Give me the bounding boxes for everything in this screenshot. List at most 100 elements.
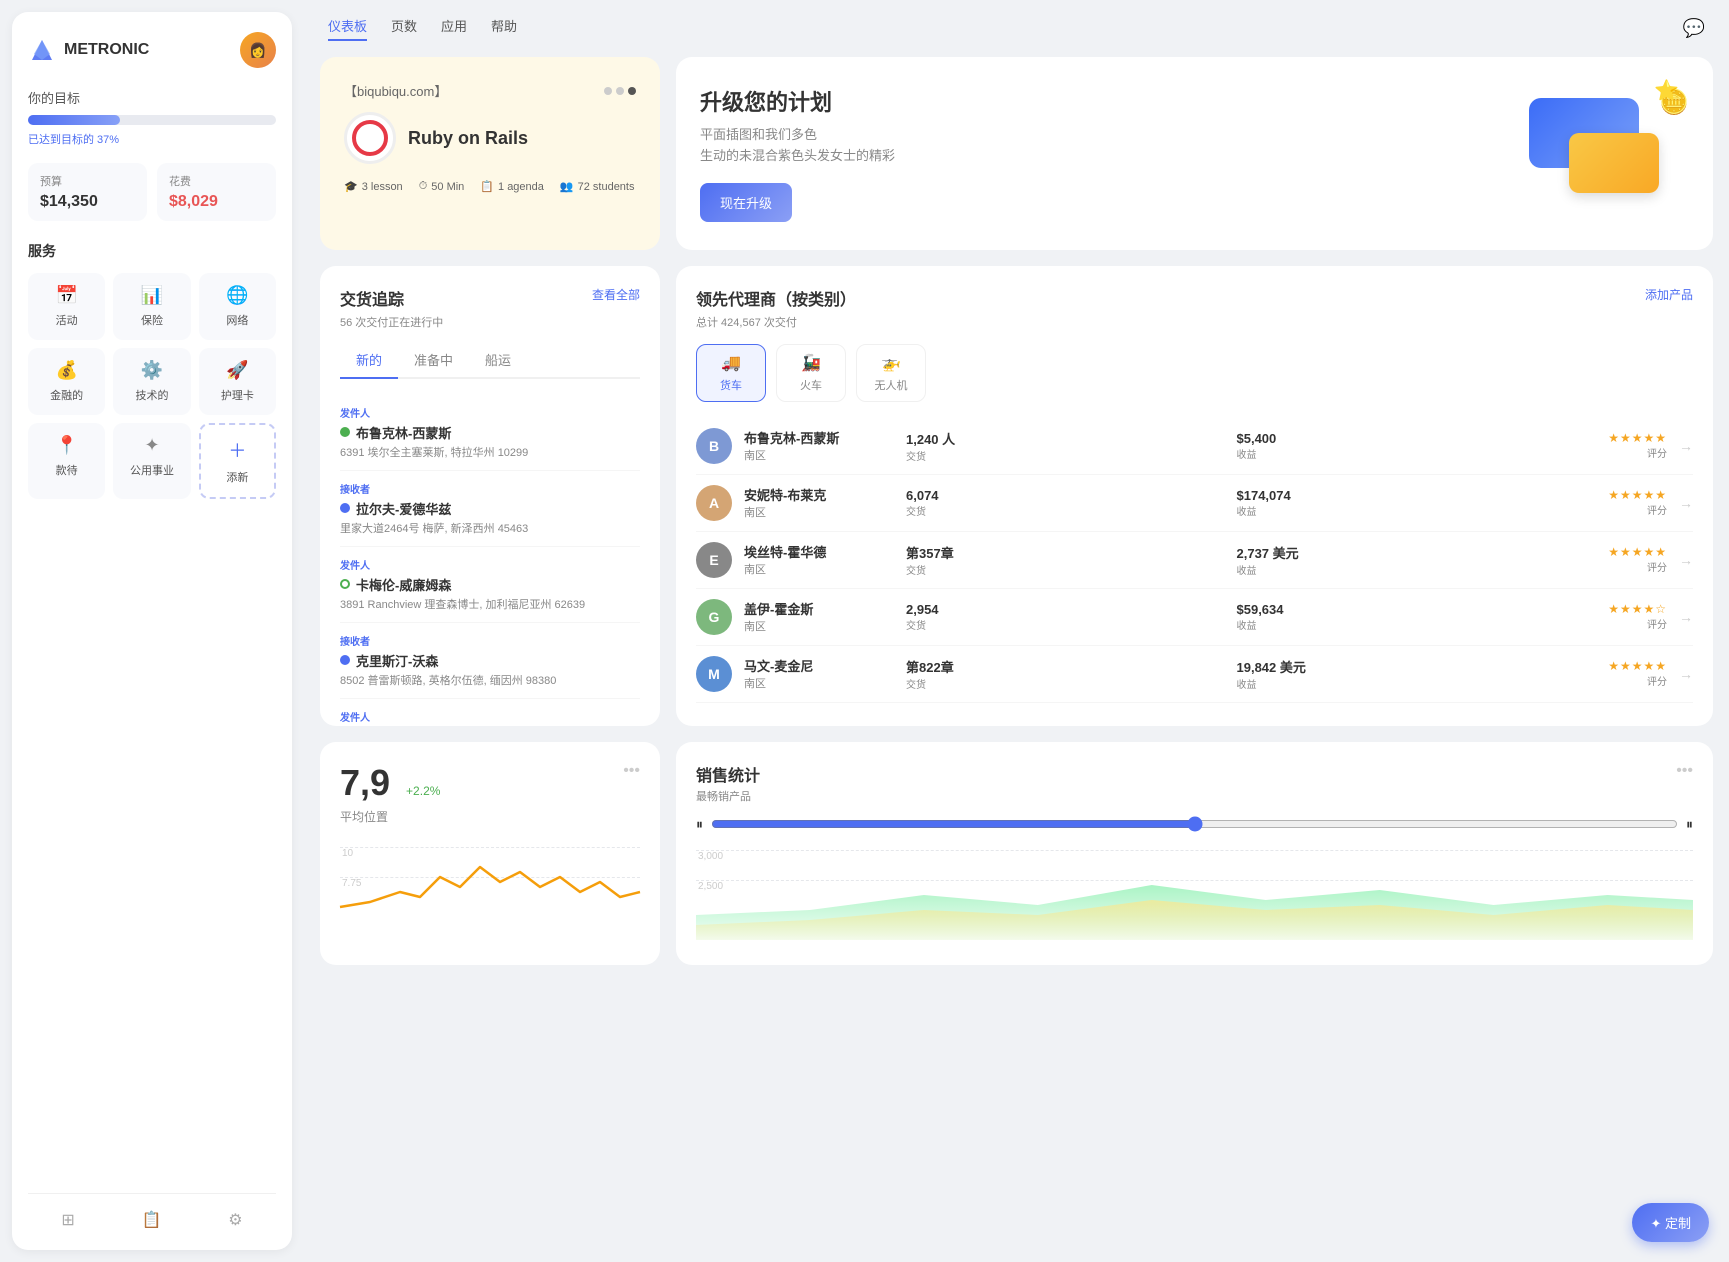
agent-tab-drone[interactable]: 🚁 无人机 xyxy=(856,344,926,402)
dot-3 xyxy=(628,87,636,95)
entry-role-1: 发件人 xyxy=(340,405,640,420)
sales-range-input[interactable] xyxy=(711,816,1678,832)
insurance-icon: 📊 xyxy=(141,285,163,306)
nav-apps[interactable]: 应用 xyxy=(441,16,467,41)
course-dots xyxy=(604,87,636,95)
logo: METRONIC xyxy=(28,36,149,64)
sidebar-header: METRONIC 👩 xyxy=(28,32,276,68)
customize-button[interactable]: ✦ 定制 xyxy=(1632,1203,1709,1242)
sales-more-icon[interactable]: ••• xyxy=(1676,762,1693,780)
topbar: 仪表板 页数 应用 帮助 💬 xyxy=(304,0,1729,57)
service-network[interactable]: 🌐 网络 xyxy=(199,273,276,340)
user-avatar[interactable]: 👩 xyxy=(240,32,276,68)
course-logo xyxy=(344,112,396,164)
agent-avatar-3: G xyxy=(696,599,732,635)
agent-rating-3: ★★★★☆ 评分 xyxy=(1567,602,1667,631)
agent-tab-train[interactable]: 🚂 火车 xyxy=(776,344,846,402)
service-tech[interactable]: ⚙️ 技术的 xyxy=(113,348,190,415)
slider-play-left[interactable]: ⏸ xyxy=(696,816,703,833)
service-activity-label: 活动 xyxy=(56,312,78,328)
agent-arrow-4[interactable]: → xyxy=(1679,666,1693,682)
activity-icon: 📅 xyxy=(55,285,77,306)
add-product-button[interactable]: 添加产品 xyxy=(1645,286,1693,303)
topbar-actions: 💬 xyxy=(1683,18,1705,39)
entry-addr-1: 6391 埃尔全主塞莱斯, 特拉华州 10299 xyxy=(340,444,640,460)
agent-tab-truck[interactable]: 🚚 货车 xyxy=(696,344,766,402)
service-care[interactable]: 🚀 护理卡 xyxy=(199,348,276,415)
agent-row-4: M 马文-麦金尼 南区 第822章 交货 19,842 美元 收益 xyxy=(696,646,1693,703)
network-icon: 🌐 xyxy=(226,285,248,306)
course-card: 【biqubiqu.com】 Ruby on Rails 🎓 xyxy=(320,57,660,250)
view-all-link[interactable]: 查看全部 xyxy=(592,286,640,303)
agent-arrow-1[interactable]: → xyxy=(1679,495,1693,511)
service-hospitality[interactable]: 📍 款待 xyxy=(28,423,105,499)
sidebar: METRONIC 👩 你的目标 已达到目标的 37% 预算 $14,350 花费… xyxy=(12,12,292,1250)
service-activity[interactable]: 📅 活动 xyxy=(28,273,105,340)
course-logo-inner xyxy=(352,120,388,156)
budget-value: $14,350 xyxy=(40,193,135,211)
nav-dashboard[interactable]: 仪表板 xyxy=(328,16,367,41)
agent-stat-trans-1: 6,074 交货 xyxy=(906,488,1225,518)
agents-title: 领先代理商（按类别） xyxy=(696,286,856,310)
settings-icon[interactable]: ⚙ xyxy=(228,1210,242,1230)
agent-arrow-2[interactable]: → xyxy=(1679,552,1693,568)
dot-2 xyxy=(616,87,624,95)
slider-play-right[interactable]: ⏸ xyxy=(1686,816,1693,833)
expense-label: 花费 xyxy=(169,173,264,189)
service-finance[interactable]: 💰 金融的 xyxy=(28,348,105,415)
service-public[interactable]: ✦ 公用事业 xyxy=(113,423,190,499)
goal-percentage: 已达到目标的 37% xyxy=(28,131,276,147)
upgrade-illustration: 🪙 ⭐ xyxy=(1509,88,1689,218)
tab-preparing[interactable]: 准备中 xyxy=(398,342,469,379)
agent-arrow-3[interactable]: → xyxy=(1679,609,1693,625)
shipment-entry-5: 发件人 阿尔伯特-弗洛雷斯 xyxy=(340,699,640,726)
agent-stat-trans-0: 1,240 人 交货 xyxy=(906,429,1225,463)
truck-icon: 🚚 xyxy=(721,353,741,373)
tab-shipping[interactable]: 船运 xyxy=(469,342,527,379)
agent-stat-rev-1: $174,074 收益 xyxy=(1237,488,1556,518)
illustration-star: ⭐ xyxy=(1654,78,1679,103)
agent-stat-rev-3: $59,634 收益 xyxy=(1237,602,1556,632)
entry-name-1: 布鲁克林-西蒙斯 xyxy=(340,423,640,442)
dot-1 xyxy=(604,87,612,95)
upgrade-desc: 平面插图和我们多色 生动的未混合紫色头发女士的精彩 xyxy=(700,125,895,167)
agent-info-1: 安妮特-布莱克 南区 xyxy=(744,485,894,520)
service-insurance[interactable]: 📊 保险 xyxy=(113,273,190,340)
shipment-card: 交货追踪 查看全部 56 次交付正在进行中 新的 准备中 船运 发件人 布鲁克林 xyxy=(320,266,660,726)
chat-icon[interactable]: 💬 xyxy=(1683,18,1705,39)
nav-help[interactable]: 帮助 xyxy=(491,16,517,41)
metric-line-chart xyxy=(340,837,640,927)
agents-card: 领先代理商（按类别） 添加产品 总计 424,567 次交付 🚚 货车 🚂 火车… xyxy=(676,266,1713,726)
agent-list: B 布鲁克林-西蒙斯 南区 1,240 人 交货 $5,400 收益 xyxy=(696,418,1693,703)
entry-role-4: 接收者 xyxy=(340,633,640,648)
tab-new[interactable]: 新的 xyxy=(340,342,398,379)
upgrade-button[interactable]: 现在升级 xyxy=(700,183,792,222)
sales-chart: 3,000 2,500 xyxy=(696,845,1693,945)
agents-subtitle: 总计 424,567 次交付 xyxy=(696,314,1693,330)
sales-card: 销售统计 最畅销产品 ••• ⏸ ⏸ 3,000 2,500 xyxy=(676,742,1713,965)
service-add-new[interactable]: ＋ 添新 xyxy=(199,423,276,499)
metric-more-icon[interactable]: ••• xyxy=(623,762,640,780)
upgrade-title: 升级您的计划 xyxy=(700,85,895,117)
course-agenda: 📋 1 agenda xyxy=(480,180,544,193)
agent-arrow-0[interactable]: → xyxy=(1679,438,1693,454)
expense-card: 花费 $8,029 xyxy=(157,163,276,221)
nav-pages[interactable]: 页数 xyxy=(391,16,417,41)
agent-stat-rev-4: 19,842 美元 收益 xyxy=(1237,657,1556,691)
shipment-entry-4: 接收者 克里斯汀-沃森 8502 普雷斯顿路, 英格尔伍德, 缅因州 98380 xyxy=(340,623,640,699)
logo-icon xyxy=(28,36,56,64)
lessons-icon: 🎓 xyxy=(344,180,358,193)
progress-bar-background xyxy=(28,115,276,125)
shipment-header: 交货追踪 查看全部 xyxy=(340,286,640,310)
services-grid: 📅 活动 📊 保险 🌐 网络 💰 金融的 ⚙️ 技术的 🚀 护理卡 📍 款待 ✦ xyxy=(28,273,276,499)
sales-area-chart xyxy=(696,845,1693,940)
course-meta: 🎓 3 lesson ⏱ 50 Min 📋 1 agenda 👥 72 stud… xyxy=(344,180,636,193)
sales-title: 销售统计 xyxy=(696,762,760,786)
tech-icon: ⚙️ xyxy=(141,360,163,381)
document-icon[interactable]: 📋 xyxy=(142,1210,162,1230)
agent-avatar-4: M xyxy=(696,656,732,692)
public-icon: ✦ xyxy=(144,435,159,456)
agent-stat-rev-0: $5,400 收益 xyxy=(1237,431,1556,461)
agent-stat-trans-3: 2,954 交货 xyxy=(906,602,1225,632)
layers-icon[interactable]: ⊞ xyxy=(61,1210,74,1230)
